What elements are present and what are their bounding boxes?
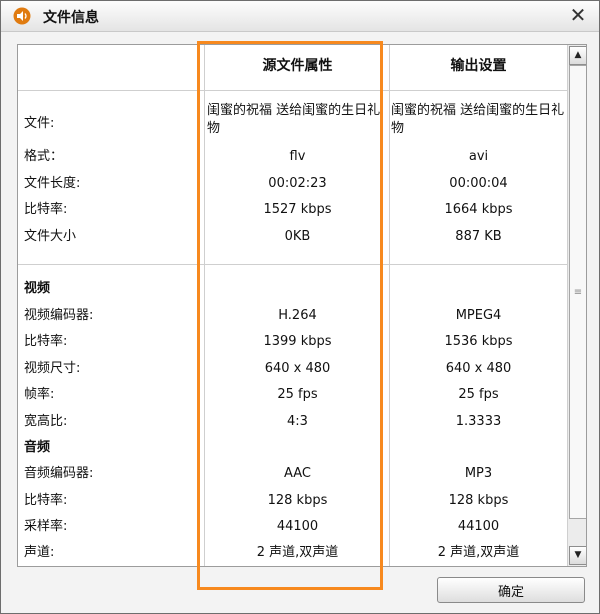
scroll-up-icon[interactable]: ▲ [569,46,586,65]
properties-panel: 源文件属性 输出设置 文件: 闺蜜的祝福 送给闺蜜的生日礼物 闺蜜的祝福 送给闺… [17,44,587,567]
output-aspect-ratio: 1.3333 [455,414,502,429]
source-audio-codec: AAC [284,466,311,481]
video-section-header: 视频 [24,281,51,296]
source-filesize: 0KB [284,229,311,244]
source-video-bitrate: 1399 kbps [263,334,332,349]
output-video-size: 640 x 480 [445,361,512,376]
scrollbar-thumb[interactable]: ≡ [569,65,586,519]
channels-label: 声道: [24,545,55,560]
output-duration: 00:00:04 [449,176,508,191]
format-label: 格式： [24,149,64,164]
header-divider [18,90,567,91]
output-sample-rate: 44100 [457,519,500,534]
output-channels: 2 声道,双声道 [437,545,520,560]
source-bitrate: 1527 kbps [263,202,332,217]
source-sample-rate: 44100 [276,519,319,534]
source-framerate: 25 fps [277,387,318,402]
source-file-name: 闺蜜的祝福 送给闺蜜的生日礼物 [207,103,381,136]
grip-icon: ≡ [573,287,583,298]
source-video-codec: H.264 [278,308,317,323]
source-audio-bitrate: 128 kbps [267,493,328,508]
source-duration: 00:02:23 [268,176,327,191]
vertical-scrollbar[interactable]: ▲ ≡ ▼ [567,45,586,566]
duration-label: 文件长度: [24,176,81,191]
video-size-label: 视频尺寸: [24,361,81,376]
audio-section-header: 音频 [24,440,51,455]
section-divider [18,264,567,265]
output-audio-bitrate: 128 kbps [448,493,509,508]
title-bar: 文件信息 ✕ [1,1,599,32]
scroll-down-icon[interactable]: ▼ [569,546,586,565]
source-video-size: 640 x 480 [264,361,331,376]
source-channels: 2 声道,双声道 [256,545,339,560]
filesize-label: 文件大小 [24,229,77,244]
framerate-label: 帧率: [24,387,55,402]
ok-button[interactable]: 确定 [437,577,585,603]
output-bitrate: 1664 kbps [444,202,513,217]
file-label: 文件: [24,116,55,131]
column-header-source: 源文件属性 [262,58,333,74]
output-video-bitrate: 1536 kbps [444,334,513,349]
bitrate-label: 比特率: [24,202,68,217]
aspect-ratio-label: 宽高比: [24,414,68,429]
column-header-output: 输出设置 [450,58,507,74]
sample-rate-label: 采样率: [24,519,68,534]
video-bitrate-label: 比特率: [24,334,68,349]
file-info-dialog: 文件信息 ✕ 源文件属性 输出设置 文件: 闺蜜的祝福 送给闺蜜的生日礼物 闺蜜… [0,0,600,614]
close-icon[interactable]: ✕ [567,4,589,26]
source-format: flv [289,149,306,164]
audio-bitrate-label: 比特率: [24,493,68,508]
output-video-codec: MPEG4 [455,308,502,323]
output-format: avi [468,149,489,164]
output-framerate: 25 fps [458,387,499,402]
audio-codec-label: 音频编码器: [24,466,94,481]
speaker-icon [13,7,31,25]
output-audio-codec: MP3 [464,466,493,481]
video-codec-label: 视频编码器: [24,308,94,323]
output-filesize: 887 KB [455,229,502,244]
column-divider [204,45,205,566]
output-file-name: 闺蜜的祝福 送给闺蜜的生日礼物 [391,103,565,136]
dialog-title: 文件信息 [43,10,99,26]
source-aspect-ratio: 4:3 [287,414,308,429]
